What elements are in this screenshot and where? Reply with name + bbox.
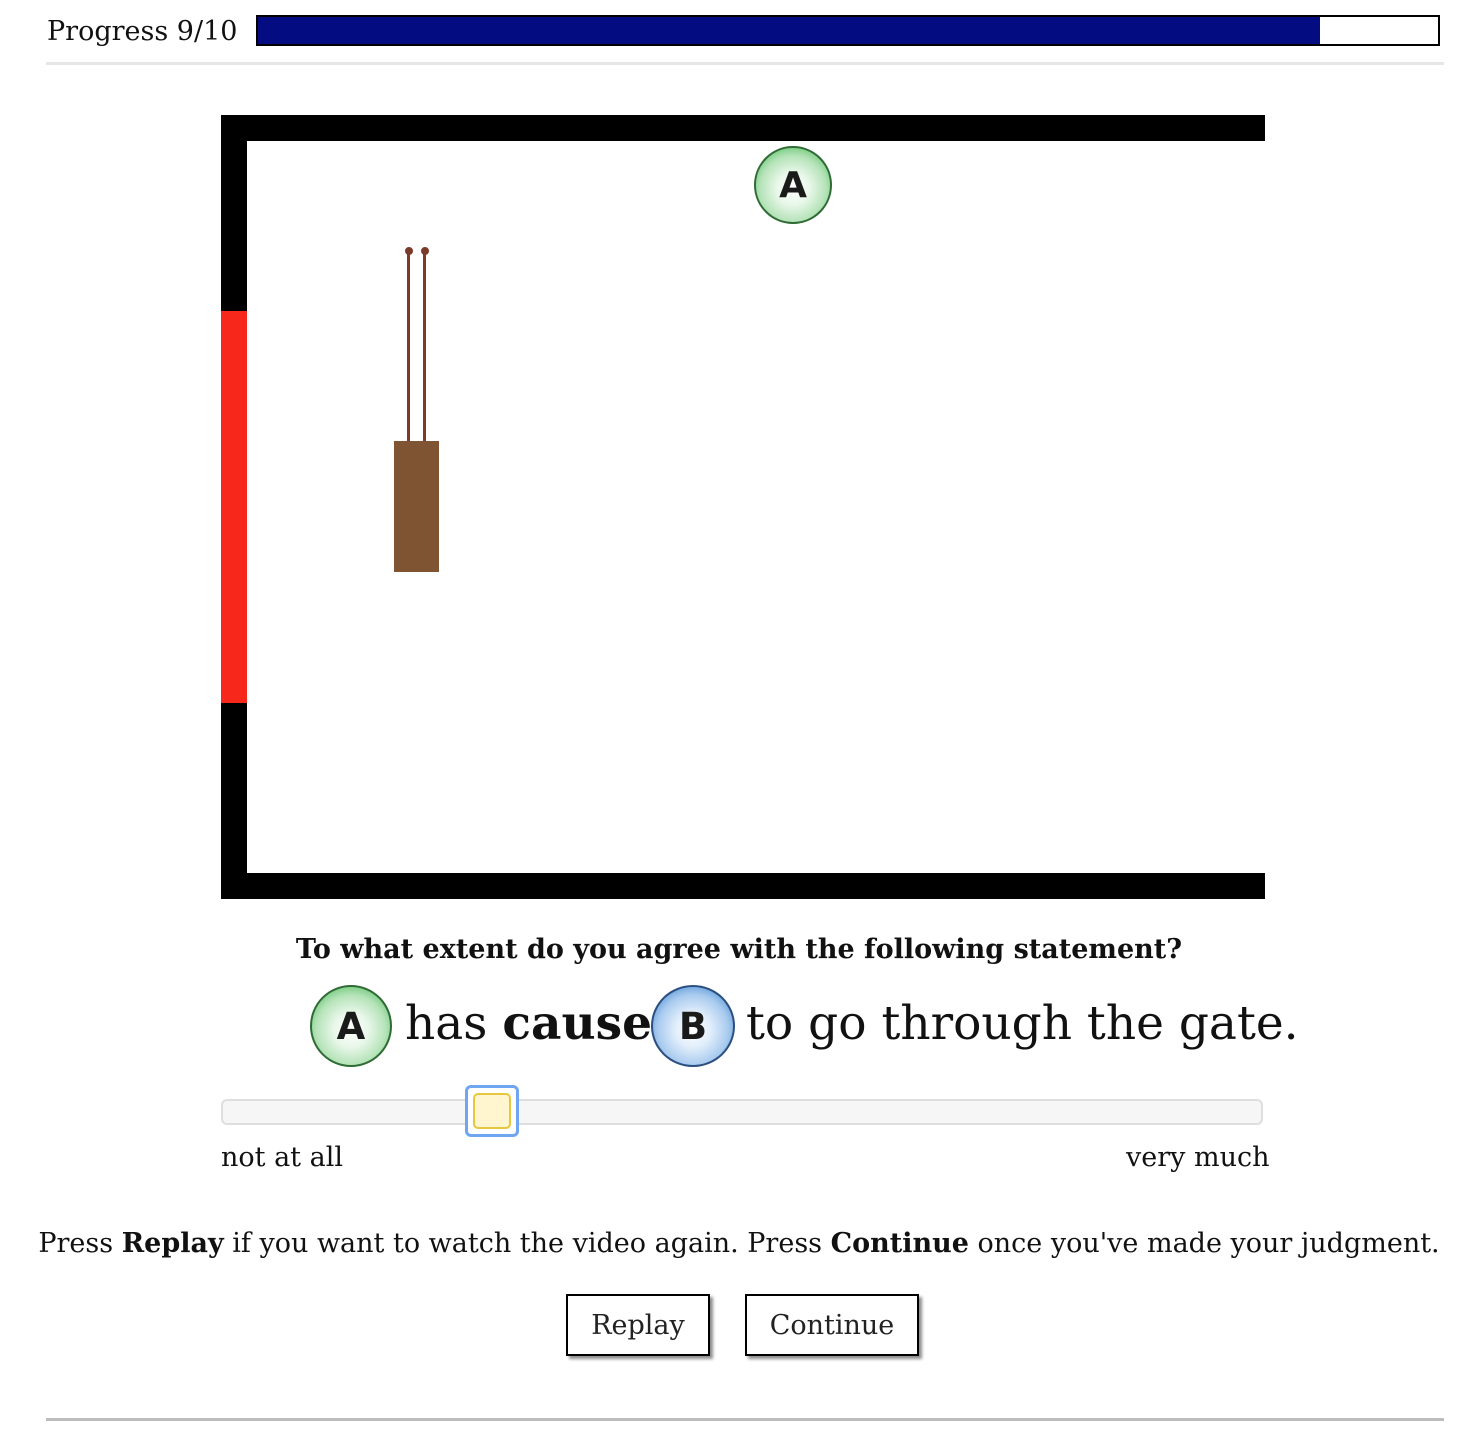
slider-min-label: not at all	[221, 1142, 343, 1173]
statement-verb-prefix: has	[405, 996, 488, 1051]
progress-label: Progress 9/10	[47, 16, 238, 47]
question-prompt: To what extent do you agree with the fol…	[295, 934, 1183, 965]
instructions-part3: once you've made your judgment.	[977, 1228, 1440, 1259]
brown-block	[394, 441, 439, 572]
left-wall-upper	[221, 115, 247, 311]
block-rod-left-cap	[405, 247, 413, 255]
agreement-slider-handle[interactable]	[464, 1085, 519, 1137]
progress-bar-fill	[258, 17, 1320, 44]
slider-max-label: very much	[1126, 1142, 1270, 1173]
instructions-text: Press Replay if you want to watch the vi…	[0, 1226, 1478, 1262]
statement-agent-b-icon: B	[651, 985, 735, 1067]
experiment-page: Progress 9/10 A To what extent do you ag…	[0, 0, 1478, 1450]
top-divider	[46, 62, 1444, 65]
agent-a-ball: A	[754, 146, 832, 224]
block-rod-right-cap	[421, 247, 429, 255]
instructions-replay-word: Replay	[121, 1228, 224, 1259]
video-scene: A	[221, 115, 1265, 899]
statement-suffix: to go through the gate.	[746, 996, 1299, 1051]
continue-button[interactable]: Continue	[745, 1294, 919, 1356]
instructions-part1: Press	[38, 1228, 114, 1259]
progress-bar	[256, 15, 1440, 46]
instructions-part2: if you want to watch the video again. Pr…	[232, 1228, 823, 1259]
block-rod-left	[407, 250, 410, 442]
statement-verb: has caused	[405, 992, 685, 1056]
bottom-wall	[221, 873, 1265, 899]
bottom-divider	[46, 1418, 1444, 1421]
instructions-continue-word: Continue	[830, 1228, 969, 1259]
agreement-slider-track[interactable]	[221, 1099, 1263, 1125]
top-wall	[221, 115, 1265, 141]
gate	[221, 311, 247, 703]
block-rod-right	[423, 250, 426, 442]
left-wall-lower	[221, 703, 247, 899]
slider-handle-inner	[472, 1093, 511, 1129]
replay-button[interactable]: Replay	[566, 1294, 710, 1356]
statement-agent-a-icon: A	[310, 985, 392, 1067]
